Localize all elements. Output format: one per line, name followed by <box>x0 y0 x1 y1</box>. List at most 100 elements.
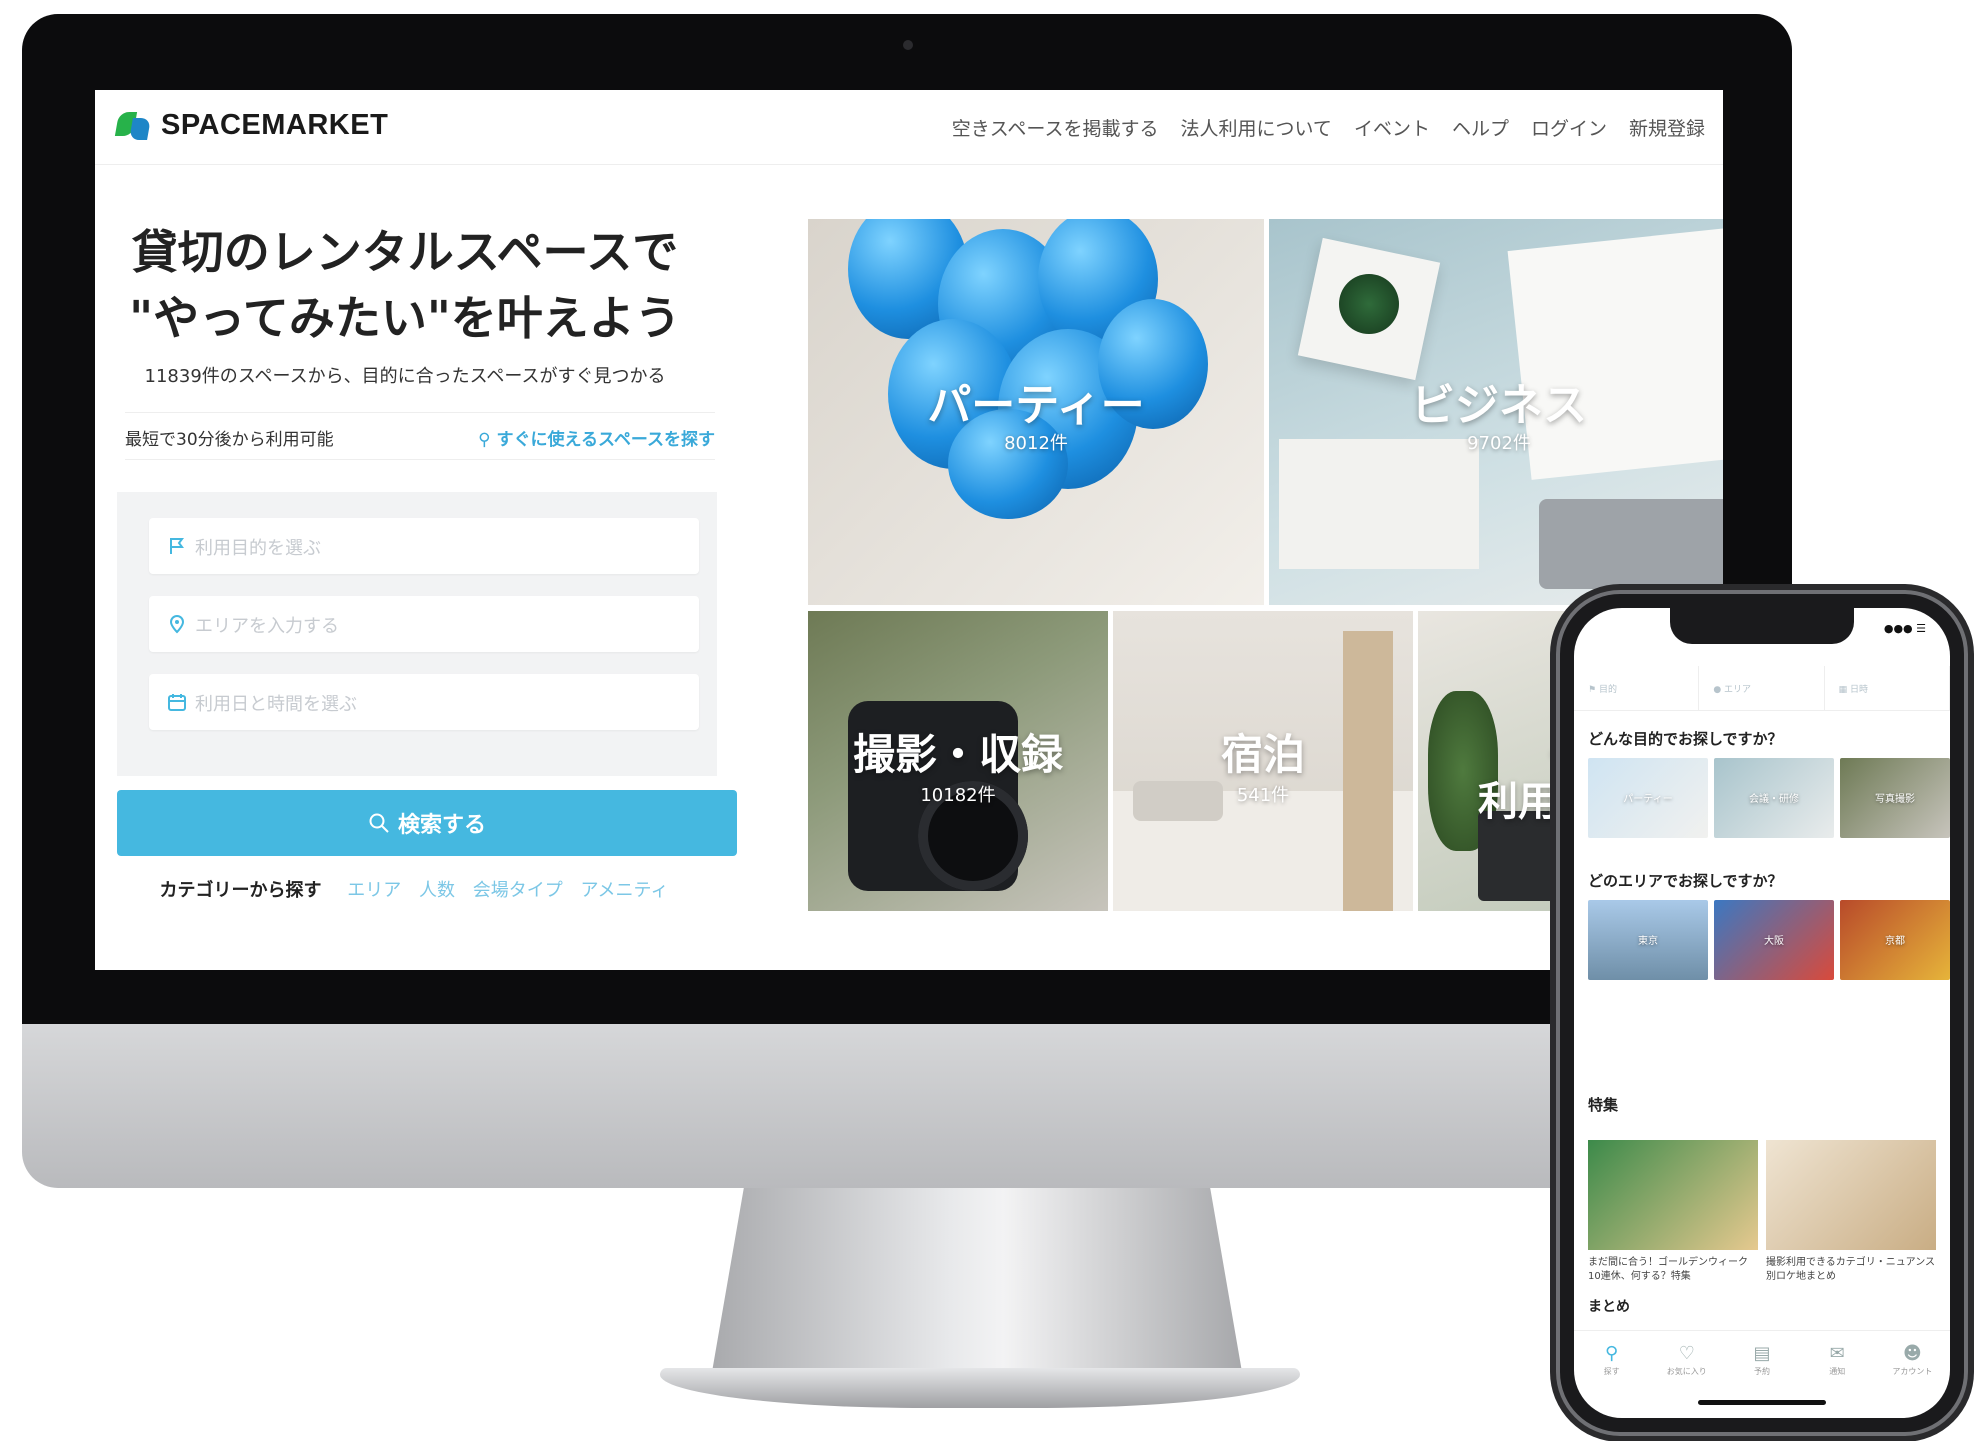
tile-party-name: パーティー <box>927 380 1145 431</box>
search-icon: ⚲ <box>478 430 497 450</box>
spacemarket-logo-icon <box>114 108 151 142</box>
iphone-frame: ●●● ☰ ⚑ 目的 ● エリア ▦ 日時 どんな目的でお探しですか？ パーティ… <box>1556 590 1968 1436</box>
area-card-osaka-label: 大阪 <box>1764 936 1784 947</box>
availability-label: 最短で30分後から利用可能 <box>125 430 334 450</box>
calendar-icon <box>168 694 186 711</box>
tile-stay-name: 宿泊 <box>1220 730 1305 779</box>
search-form: 利用目的を選ぶ エリアを入力する 利用日と時間を選ぶ <box>117 492 717 776</box>
imac-stand <box>712 1188 1242 1372</box>
area-card-tokyo[interactable]: 東京 <box>1588 900 1708 980</box>
mobile-screen: ●●● ☰ ⚑ 目的 ● エリア ▦ 日時 どんな目的でお探しですか？ パーティ… <box>1574 608 1950 1418</box>
nav-login[interactable]: ログイン <box>1531 114 1607 141</box>
mail-icon: ✉ <box>1829 1343 1845 1364</box>
purpose-card-party[interactable]: パーティー <box>1588 758 1708 838</box>
user-icon: ☻ <box>1903 1343 1922 1364</box>
area-card-tokyo-label: 東京 <box>1638 936 1658 947</box>
flag-icon <box>170 538 184 554</box>
home-indicator <box>1698 1400 1826 1405</box>
desktop-screen: SPACEMARKET 空きスペースを掲載する 法人利用について イベント ヘル… <box>95 90 1723 970</box>
bottom-nav-reservations-label: 予約 <box>1754 1367 1770 1376</box>
nav-list-space[interactable]: 空きスペースを掲載する <box>952 114 1159 141</box>
hero-title-line1: 貸切のレンタルスペースで <box>131 225 679 279</box>
mobile-tab-area-label: エリア <box>1724 685 1752 695</box>
area-input[interactable]: エリアを入力する <box>149 596 699 652</box>
tile-party[interactable]: パーティー 8012件 <box>808 219 1264 605</box>
location-pin-icon: ● <box>1713 685 1725 695</box>
feature-text-location: 撮影利用できるカテゴリ・ニュアンス別ロケ地まとめ <box>1766 1257 1935 1282</box>
purpose-select[interactable]: 利用目的を選ぶ <box>149 518 699 574</box>
purpose-heading: どんな目的でお探しですか？ <box>1588 730 1783 748</box>
mobile-tab-datetime-label: 日時 <box>1850 685 1869 695</box>
feature-text-golden-week: まだ間に合う！ゴールデンウィーク10連休、何する？特集 <box>1588 1257 1748 1282</box>
bottom-nav-favorites-label: お気に入り <box>1666 1367 1707 1376</box>
datetime-select[interactable]: 利用日と時間を選ぶ <box>149 674 699 730</box>
imac-foot <box>660 1368 1300 1408</box>
flag-icon: ⚑ <box>1588 685 1599 695</box>
tile-business-count: 9702件 <box>1467 433 1531 454</box>
tile-photo-count: 10182件 <box>920 785 996 806</box>
site-header: SPACEMARKET 空きスペースを掲載する 法人利用について イベント ヘル… <box>95 90 1723 165</box>
purpose-card-meeting[interactable]: 会議・研修 <box>1714 758 1834 838</box>
heart-icon: ♡ <box>1678 1343 1695 1364</box>
purpose-card-photo[interactable]: 写真撮影 <box>1840 758 1950 838</box>
camera-icon <box>903 40 913 50</box>
top-nav: 空きスペースを掲載する 法人利用について イベント ヘルプ ログイン 新規登録 <box>952 114 1705 141</box>
feature-heading: 特集 <box>1588 1096 1619 1114</box>
category-link-area[interactable]: エリア <box>347 880 401 901</box>
area-card-osaka[interactable]: 大阪 <box>1714 900 1834 980</box>
bottom-nav-notifications-label: 通知 <box>1829 1367 1846 1376</box>
tile-stay[interactable]: 宿泊 541件 <box>1113 611 1413 911</box>
tile-stay-count: 541件 <box>1236 785 1290 806</box>
nav-help[interactable]: ヘルプ <box>1452 114 1509 141</box>
search-button[interactable]: 検索する <box>117 790 737 856</box>
search-icon: ⚲ <box>1605 1343 1619 1364</box>
summary-heading-visible: まとめ <box>1588 1299 1630 1315</box>
search-button-label: 検索する <box>397 813 486 838</box>
availability-bar: 最短で30分後から利用可能 ⚲ すぐに使えるスペースを探す <box>125 412 715 460</box>
search-icon <box>369 813 389 833</box>
hero-subtitle: 11839件のスペースから、目的に合ったスペースがすぐ見つかる <box>144 366 666 387</box>
purpose-card-meeting-label: 会議・研修 <box>1749 794 1799 805</box>
logo[interactable]: SPACEMARKET <box>114 108 389 142</box>
purpose-card-photo-label: 写真撮影 <box>1875 794 1915 805</box>
bottom-nav-account[interactable]: ☻ アカウント <box>1875 1331 1950 1418</box>
purpose-placeholder: 利用目的を選ぶ <box>195 538 321 559</box>
status-bar-icons: ●●● ☰ <box>1883 622 1926 635</box>
bottom-nav-search[interactable]: ⚲ 探す <box>1574 1331 1649 1418</box>
category-row: カテゴリーから探す エリア 人数 会場タイプ アメニティ <box>95 876 739 902</box>
tile-business-name: ビジネス <box>1411 380 1587 431</box>
imac-chin <box>22 1024 1792 1188</box>
calendar-icon: ▦ <box>1838 685 1851 695</box>
mobile-search-tabs: ⚑ 目的 ● エリア ▦ 日時 <box>1574 666 1950 711</box>
area-heading: どのエリアでお探しですか？ <box>1588 872 1783 890</box>
tile-party-count: 8012件 <box>1004 433 1068 454</box>
feature-card-location[interactable] <box>1766 1140 1936 1250</box>
category-link-capacity[interactable]: 人数 <box>419 880 455 901</box>
bottom-nav-account-label: アカウント <box>1892 1367 1933 1376</box>
area-card-kyoto[interactable]: 京都 <box>1840 900 1950 980</box>
tile-photo-recording[interactable]: 撮影・収録 10182件 <box>808 611 1108 911</box>
feature-card-golden-week[interactable] <box>1588 1140 1758 1250</box>
mobile-tab-datetime[interactable]: ▦ 日時 <box>1825 666 1950 710</box>
mobile-tab-purpose-label: 目的 <box>1598 685 1617 695</box>
instant-search-link[interactable]: ⚲ すぐに使えるスペースを探す <box>478 425 715 450</box>
nav-event[interactable]: イベント <box>1354 114 1430 141</box>
instant-search-text: すぐに使えるスペースを探す <box>496 430 715 450</box>
area-card-kyoto-label: 京都 <box>1885 936 1905 947</box>
location-pin-icon <box>169 615 185 634</box>
purpose-card-party-label: パーティー <box>1623 794 1673 805</box>
hero-title-line2: "やってみたい"を叶えよう <box>129 291 681 345</box>
phone-notch <box>1670 608 1854 644</box>
datetime-placeholder: 利用日と時間を選ぶ <box>195 694 357 715</box>
brand-name: SPACEMARKET <box>161 108 389 141</box>
nav-signup[interactable]: 新規登録 <box>1629 114 1705 141</box>
mobile-tab-purpose[interactable]: ⚑ 目的 <box>1574 666 1700 710</box>
nav-corporate[interactable]: 法人利用について <box>1181 114 1332 141</box>
tile-photo-name: 撮影・収録 <box>852 730 1063 779</box>
tile-business[interactable]: ビジネス 9702件 <box>1269 219 1723 605</box>
mobile-tab-area[interactable]: ● エリア <box>1699 666 1825 710</box>
category-link-amenity[interactable]: アメニティ <box>580 880 668 901</box>
category-label: カテゴリーから探す <box>159 880 322 901</box>
bottom-nav-search-label: 探す <box>1603 1367 1620 1376</box>
category-link-venue-type[interactable]: 会場タイプ <box>473 880 563 901</box>
